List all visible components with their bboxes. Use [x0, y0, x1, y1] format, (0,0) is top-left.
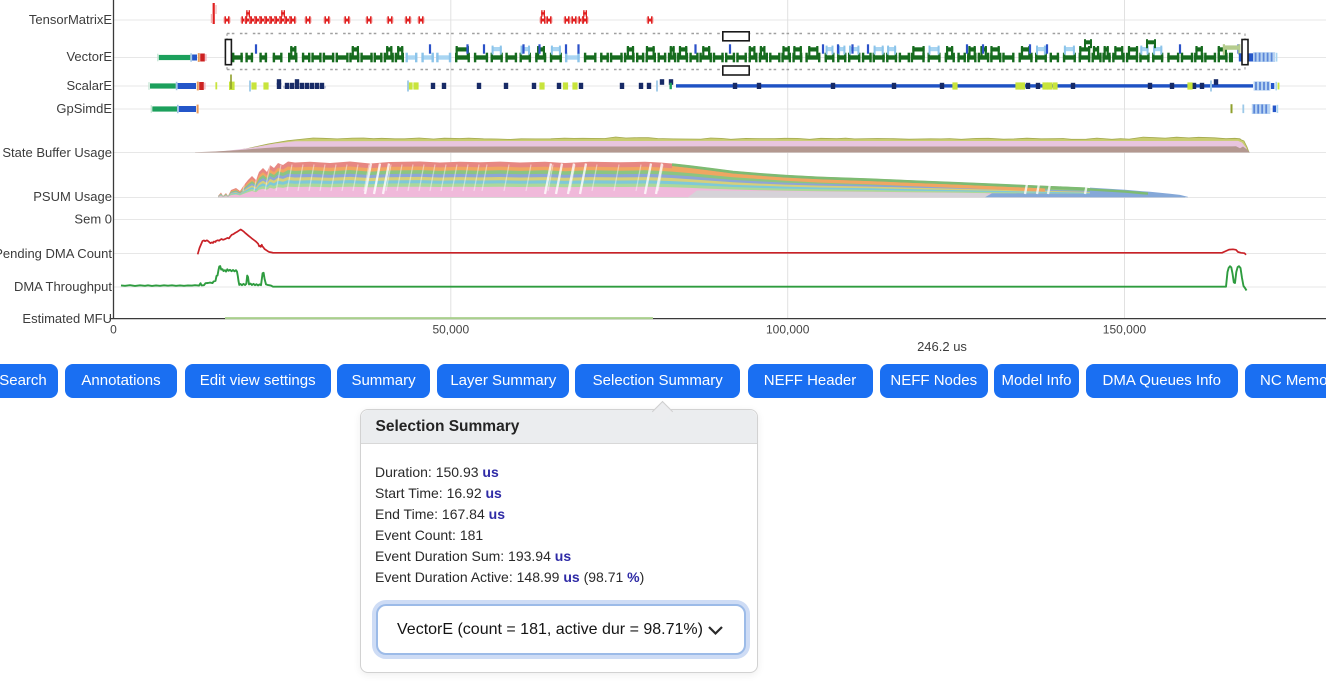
svg-text:50,000: 50,000 [432, 323, 469, 337]
svg-text:TensorMatrixE: TensorMatrixE [29, 12, 112, 27]
svg-text:PSUM Usage: PSUM Usage [33, 189, 112, 204]
svg-text:246.2 us: 246.2 us [917, 339, 967, 354]
svg-text:100,000: 100,000 [766, 323, 810, 337]
svg-text:ScalarE: ScalarE [66, 78, 112, 93]
svg-text:GpSimdE: GpSimdE [56, 101, 112, 116]
svg-text:State Buffer Usage: State Buffer Usage [2, 145, 112, 160]
svg-text:DMA Throughput: DMA Throughput [14, 279, 112, 294]
svg-text:Sem 0: Sem 0 [74, 212, 112, 227]
svg-text:Estimated MFU: Estimated MFU [22, 311, 112, 326]
svg-text:Pending DMA Count: Pending DMA Count [0, 246, 112, 261]
svg-text:VectorE: VectorE [66, 49, 112, 64]
svg-text:150,000: 150,000 [1103, 323, 1147, 337]
